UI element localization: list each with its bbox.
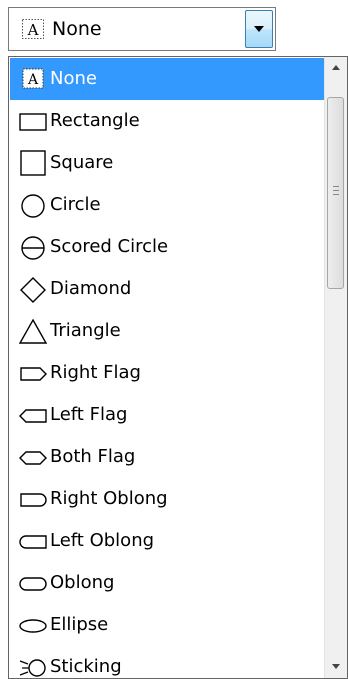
letter-a-icon: A — [22, 19, 44, 39]
chevron-down-icon — [332, 664, 340, 669]
square-icon — [20, 150, 46, 176]
list-item-rectangle[interactable]: Rectangle — [10, 100, 324, 142]
sticking-icon — [19, 659, 46, 677]
list-item-label: Sticking — [50, 656, 122, 677]
letter-a-icon: A — [22, 68, 44, 89]
triangle-icon — [18, 318, 48, 344]
vertical-scrollbar[interactable] — [324, 57, 347, 678]
list-item-label: Circle — [50, 194, 101, 215]
list-item-label: None — [50, 68, 97, 89]
list-item-ellipse[interactable]: Ellipse — [10, 604, 324, 646]
combo-selected-label: None — [52, 18, 102, 40]
list-item-label: Diamond — [50, 278, 132, 299]
shape-dropdown-list[interactable]: A None Rectangle Square Circle Scored Ci… — [8, 56, 348, 679]
list-item-label: Oblong — [50, 572, 115, 593]
list-item-oblong[interactable]: Oblong — [10, 562, 324, 604]
left-flag-icon — [19, 409, 47, 423]
rectangle-icon — [19, 113, 47, 131]
svg-text:A: A — [27, 21, 39, 39]
oblong-icon — [19, 577, 47, 591]
list-item-label: Right Oblong — [50, 488, 168, 509]
list-item-left-flag[interactable]: Left Flag — [10, 394, 324, 436]
right-oblong-icon — [20, 493, 47, 507]
list-item-right-flag[interactable]: Right Flag — [10, 352, 324, 394]
list-item-label: Ellipse — [50, 614, 109, 635]
list-item-triangle[interactable]: Triangle — [10, 310, 324, 352]
chevron-down-icon — [254, 26, 264, 32]
list-item-label: Left Flag — [50, 404, 128, 425]
scrollbar-thumb[interactable] — [327, 97, 344, 289]
list-item-scored-circle[interactable]: Scored Circle — [10, 226, 324, 268]
list-item-both-flag[interactable]: Both Flag — [10, 436, 324, 478]
list-item-diamond[interactable]: Diamond — [10, 268, 324, 310]
chevron-up-icon — [332, 65, 340, 70]
list-item-circle[interactable]: Circle — [10, 184, 324, 226]
list-item-label: Scored Circle — [50, 236, 169, 257]
list-item-label: Triangle — [50, 320, 121, 341]
ellipse-icon — [19, 619, 47, 633]
grip-icon — [333, 186, 339, 198]
right-flag-icon — [20, 367, 47, 381]
left-oblong-icon — [19, 535, 47, 549]
list-item-sticking[interactable]: Sticking — [10, 646, 324, 678]
circle-icon — [21, 194, 45, 218]
scroll-down-button[interactable] — [325, 656, 347, 678]
list-item-label: Rectangle — [50, 110, 140, 131]
list-item-label: Square — [50, 152, 114, 173]
scroll-up-button[interactable] — [325, 57, 347, 79]
list-item-right-oblong[interactable]: Right Oblong — [10, 478, 324, 520]
list-item-none[interactable]: A None — [10, 58, 324, 100]
dropdown-toggle-button[interactable] — [245, 10, 273, 48]
list-item-label: Left Oblong — [50, 530, 155, 551]
list-item-square[interactable]: Square — [10, 142, 324, 184]
shape-combo-box[interactable]: A None — [8, 7, 276, 51]
list-item-left-oblong[interactable]: Left Oblong — [10, 520, 324, 562]
both-flag-icon — [19, 451, 47, 465]
svg-text:A: A — [27, 72, 39, 88]
list-item-label: Right Flag — [50, 362, 141, 383]
list-item-label: Both Flag — [50, 446, 136, 467]
scored-circle-icon — [21, 236, 45, 260]
diamond-icon — [20, 277, 46, 303]
